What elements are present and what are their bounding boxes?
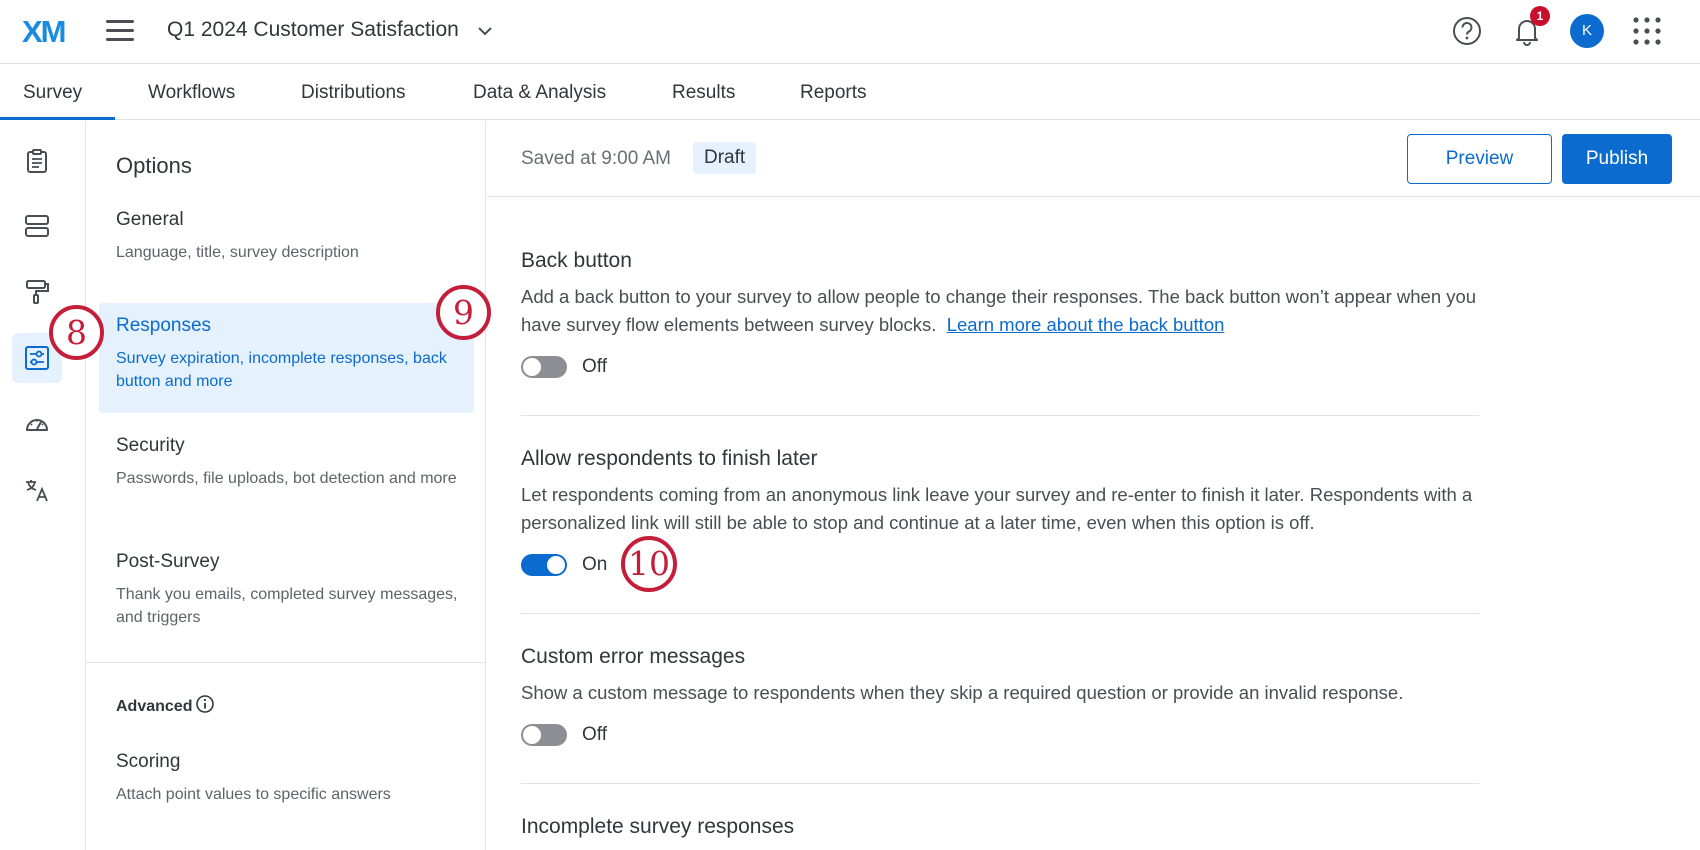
option-title: Scoring: [116, 751, 181, 772]
help-icon[interactable]: [1450, 14, 1484, 48]
option-scoring[interactable]: Scoring Attach point values to specific …: [99, 741, 474, 831]
clipboard-icon: [27, 149, 47, 173]
publish-button[interactable]: Publish: [1562, 134, 1672, 184]
option-title: Post-Survey: [116, 551, 220, 572]
tab-results[interactable]: Results: [672, 82, 735, 104]
main-content: Saved at 9:00 AM Draft Preview Publish B…: [487, 121, 1700, 850]
advanced-heading: Advanced: [116, 698, 193, 715]
option-responses[interactable]: Responses Survey expiration, incomplete …: [99, 303, 474, 413]
option-desc: Survey expiration, incomplete responses,…: [116, 350, 447, 390]
tab-distributions[interactable]: Distributions: [301, 82, 406, 104]
option-post-survey[interactable]: Post-Survey Thank you emails, completed …: [99, 541, 474, 641]
callout-10: 10: [621, 536, 677, 592]
setting-title: Back button: [521, 249, 632, 272]
chevron-down-icon[interactable]: [476, 22, 494, 40]
gauge-icon: [26, 419, 48, 431]
saved-status: Saved at 9:00 AM: [521, 148, 671, 169]
option-title: General: [116, 209, 184, 230]
tab-reports[interactable]: Reports: [800, 82, 867, 104]
learn-more-back-button-link[interactable]: Learn more about the back button: [947, 314, 1225, 335]
rail-survey-flow[interactable]: [12, 201, 62, 251]
hamburger-menu-icon[interactable]: [106, 20, 134, 42]
toggle-knob: [547, 556, 565, 574]
info-icon[interactable]: [195, 694, 215, 714]
option-desc: Language, title, survey description: [116, 244, 359, 261]
setting-desc: Add a back button to your survey to allo…: [521, 283, 1479, 339]
option-title: Responses: [116, 315, 212, 336]
rail-look-and-feel[interactable]: [12, 267, 62, 317]
top-bar: XM Q1 2024 Customer Satisfaction 1 K: [0, 0, 1700, 64]
back-button-toggle[interactable]: [521, 356, 567, 378]
toggle-knob: [523, 726, 541, 744]
tab-survey[interactable]: Survey: [23, 82, 82, 104]
option-title: Security: [116, 435, 185, 456]
survey-title[interactable]: Q1 2024 Customer Satisfaction: [167, 18, 459, 42]
setting-desc: Show a custom message to respondents whe…: [521, 682, 1404, 703]
setting-title: Custom error messages: [521, 645, 746, 668]
survey-flow-icon: [25, 215, 49, 237]
preview-button[interactable]: Preview: [1407, 134, 1552, 184]
notification-badge: 1: [1530, 6, 1550, 26]
translate-icon: [26, 480, 48, 502]
rail-survey-builder[interactable]: [12, 136, 62, 186]
toggle-knob: [523, 358, 541, 376]
setting-divider: [521, 783, 1479, 784]
toggle-state-label: Off: [582, 724, 607, 745]
user-avatar[interactable]: K: [1570, 14, 1604, 48]
active-tab-indicator: [0, 117, 115, 120]
options-divider: [86, 662, 486, 663]
custom-error-toggle[interactable]: [521, 724, 567, 746]
option-general[interactable]: General Language, title, survey descript…: [99, 199, 474, 289]
apps-grid-icon[interactable]: [1632, 16, 1662, 46]
options-title: Options: [116, 153, 192, 178]
callout-9: 9: [436, 285, 491, 340]
setting-divider: [521, 613, 1479, 614]
setting-title: Allow respondents to finish later: [521, 447, 818, 470]
xm-logo[interactable]: XM: [22, 14, 66, 50]
draft-badge: Draft: [693, 142, 757, 174]
option-desc: Thank you emails, completed survey messa…: [116, 586, 458, 626]
toggle-state-label: On: [582, 554, 608, 575]
sliders-icon: [25, 346, 49, 370]
option-security[interactable]: Security Passwords, file uploads, bot de…: [99, 425, 474, 525]
tab-workflows[interactable]: Workflows: [148, 82, 235, 104]
options-panel: Options General Language, title, survey …: [86, 121, 486, 850]
finish-later-toggle[interactable]: [521, 554, 567, 576]
setting-divider: [521, 415, 1479, 416]
callout-8: 8: [49, 305, 104, 360]
setting-desc: Let respondents coming from an anonymous…: [521, 484, 1473, 533]
tab-data-analysis[interactable]: Data & Analysis: [473, 82, 606, 104]
option-desc: Passwords, file uploads, bot detection a…: [116, 470, 457, 487]
rail-survey-checker[interactable]: [12, 399, 62, 449]
left-rail: [0, 121, 86, 850]
paint-roller-icon: [26, 280, 49, 304]
main-tabs: Survey Workflows Distributions Data & An…: [0, 64, 1700, 120]
main-header: Saved at 9:00 AM Draft Preview Publish: [487, 121, 1700, 197]
toggle-state-label: Off: [582, 356, 607, 377]
setting-title: Incomplete survey responses: [521, 815, 795, 838]
rail-translate[interactable]: [12, 465, 62, 515]
option-desc: Attach point values to specific answers: [116, 786, 391, 803]
